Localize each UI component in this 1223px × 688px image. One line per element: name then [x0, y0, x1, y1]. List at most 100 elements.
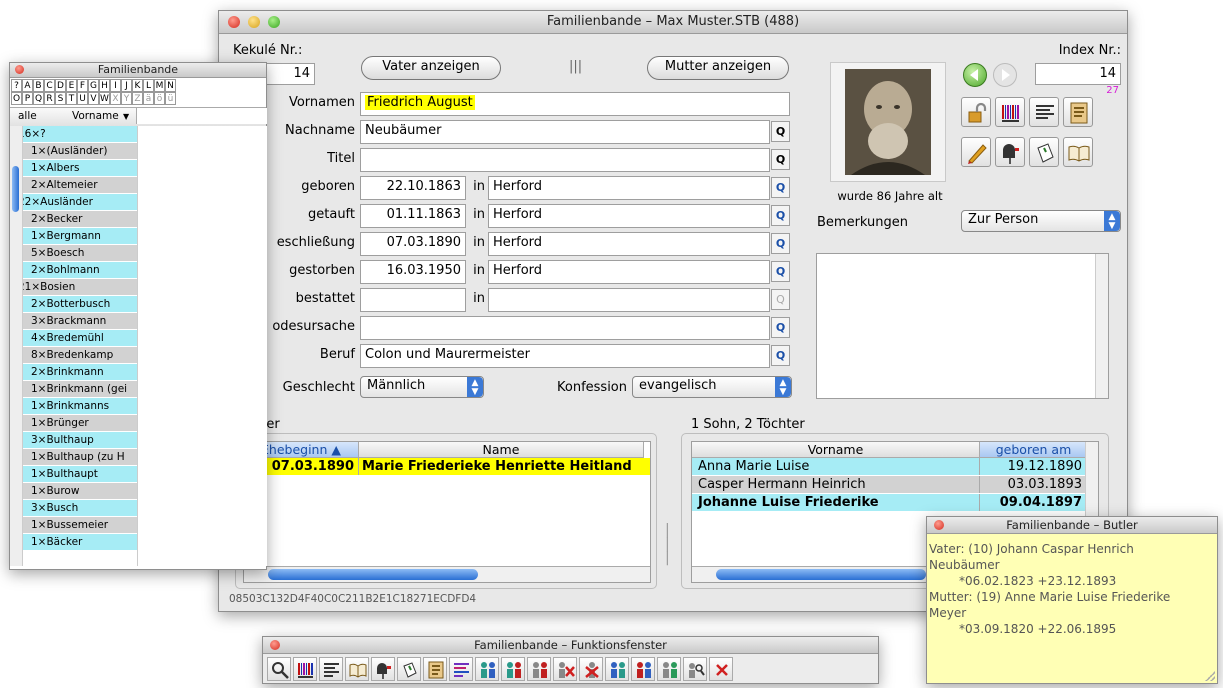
letter-button[interactable]: O — [11, 92, 22, 105]
child-row-date[interactable]: 03.03.1893 — [980, 476, 1088, 493]
gestorben-place-search-icon[interactable]: Q — [771, 261, 790, 282]
list-item[interactable]: 2×Becker — [13, 211, 137, 227]
todesursache-field[interactable] — [360, 316, 770, 340]
vater-anzeigen-button[interactable]: Vater anzeigen — [361, 56, 501, 80]
list-search-input[interactable] — [136, 108, 267, 124]
list-item[interactable]: 3×Brackmann — [13, 313, 137, 329]
titel-search-icon[interactable]: Q — [771, 149, 790, 170]
letter-button[interactable]: G — [88, 79, 99, 92]
partner-row-name[interactable]: Marie Friederieke Henriette Heitland — [359, 458, 650, 475]
nachname-field[interactable]: Neubäumer — [360, 120, 770, 144]
portrait-frame[interactable] — [830, 62, 946, 182]
barcode-tool-button[interactable] — [293, 657, 317, 681]
zoom-icon[interactable] — [268, 16, 280, 28]
letter-button[interactable]: N — [165, 79, 176, 92]
letter-button[interactable]: ä — [143, 92, 154, 105]
eheschliessung-place-search-icon[interactable]: Q — [771, 233, 790, 254]
letter-button[interactable]: E — [66, 79, 77, 92]
main-titlebar[interactable]: Familienbande – Max Muster.STB (488) — [219, 11, 1127, 34]
bestattet-place-field[interactable] — [488, 288, 770, 312]
list-item[interactable]: 8×Bredenkamp — [13, 347, 137, 363]
forward-arrow-icon[interactable] — [993, 63, 1017, 87]
close-icon[interactable] — [228, 16, 240, 28]
letter-button[interactable]: T — [66, 92, 77, 105]
partner-col-name[interactable]: Name — [359, 442, 644, 458]
sort-chevron-down-icon[interactable]: ▼ — [123, 112, 129, 121]
book-tool-button[interactable] — [345, 657, 369, 681]
close-icon[interactable] — [270, 640, 280, 650]
list-item[interactable]: 1×Brünger — [13, 415, 137, 431]
funktion-titlebar[interactable]: Familienbande – Funktionsfenster — [263, 637, 878, 654]
vornamen-field[interactable]: Friedrich August — [360, 92, 790, 116]
list-item[interactable]: 2×Botterbusch — [13, 296, 137, 312]
barcode-tool-button[interactable] — [995, 97, 1025, 127]
letter-button[interactable]: ö — [154, 92, 165, 105]
letter-button[interactable]: H — [99, 79, 110, 92]
child-row-name[interactable]: Anna Marie Luise — [692, 458, 980, 475]
letter-button[interactable]: K — [132, 79, 143, 92]
butler-titlebar[interactable]: Familienbande – Butler — [927, 517, 1217, 534]
list-item[interactable]: 2×Altemeier — [13, 177, 137, 193]
resize-grip-icon[interactable] — [1205, 671, 1215, 681]
bemerkungen-textarea[interactable] — [816, 253, 1109, 399]
letter-button[interactable]: ? — [11, 79, 22, 92]
beruf-search-icon[interactable]: Q — [771, 345, 790, 366]
list-tool-button[interactable] — [319, 657, 343, 681]
close-icon[interactable] — [15, 65, 24, 74]
mailbox-tool-button[interactable] — [371, 657, 395, 681]
list-item[interactable]: 1×Brinkmann (gei — [13, 381, 137, 397]
getauft-place-field[interactable]: Herford — [488, 204, 770, 228]
eheschliessung-date-field[interactable]: 07.03.1890 — [360, 232, 466, 256]
notes-tool-button[interactable] — [397, 657, 421, 681]
partner-scroll-thumb[interactable] — [268, 569, 478, 580]
letter-button[interactable]: A — [22, 79, 33, 92]
letter-button[interactable]: ü — [165, 92, 176, 105]
person-search-tool-button[interactable] — [683, 657, 707, 681]
sort-vorname[interactable]: Vorname — [72, 110, 119, 122]
document-tool-button[interactable] — [1063, 97, 1093, 127]
child-row-name[interactable]: Johanne Luise Friederike — [692, 494, 980, 511]
list-item[interactable]: 5×Boesch — [13, 245, 137, 261]
letter-button[interactable]: F — [77, 79, 88, 92]
gestorben-place-field[interactable]: Herford — [488, 260, 770, 284]
index-field[interactable]: 14 — [1035, 63, 1121, 85]
family-delete-tool-button[interactable] — [553, 657, 577, 681]
geboren-place-field[interactable]: Herford — [488, 176, 770, 200]
gestorben-date-field[interactable]: 16.03.1950 — [360, 260, 466, 284]
list-item[interactable]: 1×Albers — [13, 160, 137, 176]
split-handle-icon[interactable]: | | | — [665, 523, 670, 565]
children-scroll-thumb[interactable] — [716, 569, 926, 580]
document-tool-button[interactable] — [423, 657, 447, 681]
search-tool-button[interactable] — [267, 657, 291, 681]
getauft-place-search-icon[interactable]: Q — [771, 205, 790, 226]
bemerkungen-select[interactable]: Zur Person ▲ ▼ — [961, 210, 1121, 232]
letter-button[interactable]: C — [44, 79, 55, 92]
person-delete-tool-button[interactable] — [579, 657, 603, 681]
letter-button[interactable]: P — [22, 92, 33, 105]
todesursache-search-icon[interactable]: Q — [771, 317, 790, 338]
minimize-icon[interactable] — [248, 16, 260, 28]
letter-button[interactable]: Y — [121, 92, 132, 105]
notes-tool-button[interactable] — [1029, 137, 1059, 167]
letter-button[interactable]: Z — [132, 92, 143, 105]
unlock-tool-button[interactable] — [961, 97, 991, 127]
family-green-tool-button[interactable] — [657, 657, 681, 681]
letter-button[interactable]: S — [55, 92, 66, 105]
back-arrow-icon[interactable] — [963, 63, 987, 87]
letter-button[interactable]: X — [110, 92, 121, 105]
letter-button[interactable]: Q — [33, 92, 44, 105]
bestattet-place-search-icon[interactable]: Q — [771, 289, 790, 310]
nachname-search-icon[interactable]: Q — [771, 121, 790, 142]
geboren-place-search-icon[interactable]: Q — [771, 177, 790, 198]
partner-hscrollbar[interactable] — [244, 566, 650, 582]
konfession-select[interactable]: evangelisch ▲ ▼ — [632, 376, 792, 398]
edit-tool-button[interactable] — [961, 137, 991, 167]
list-item[interactable]: 1×Burow — [13, 483, 137, 499]
family-mixed-tool-button[interactable] — [631, 657, 655, 681]
list-item[interactable]: 1×Bäcker — [13, 534, 137, 550]
children-col-vorname[interactable]: Vorname — [692, 442, 980, 458]
letter-button[interactable]: W — [99, 92, 110, 105]
letter-button[interactable]: V — [88, 92, 99, 105]
letter-button[interactable]: B — [33, 79, 44, 92]
child-row-date[interactable]: 19.12.1890 — [980, 458, 1088, 475]
